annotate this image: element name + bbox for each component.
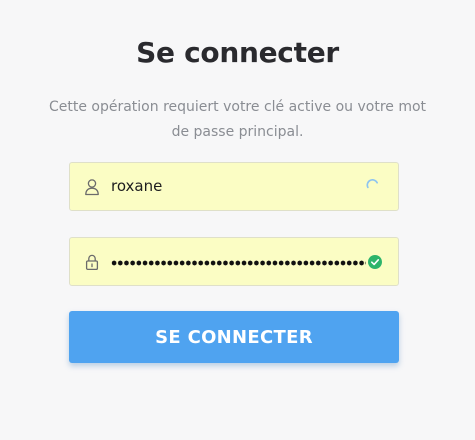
login-instructions: Cette opération requiert votre clé activ… xyxy=(48,99,427,140)
password-field[interactable] xyxy=(69,237,399,286)
user-icon xyxy=(85,179,99,196)
username-field[interactable]: roxane xyxy=(69,162,399,211)
login-button[interactable]: SE CONNECTER xyxy=(69,311,399,363)
check-circle-icon xyxy=(368,255,382,269)
username-input[interactable]: roxane xyxy=(111,163,162,210)
page-title: Se connecter xyxy=(136,36,339,69)
lock-icon xyxy=(85,254,99,271)
password-input[interactable] xyxy=(111,260,366,266)
loading-spinner-icon xyxy=(366,179,378,189)
